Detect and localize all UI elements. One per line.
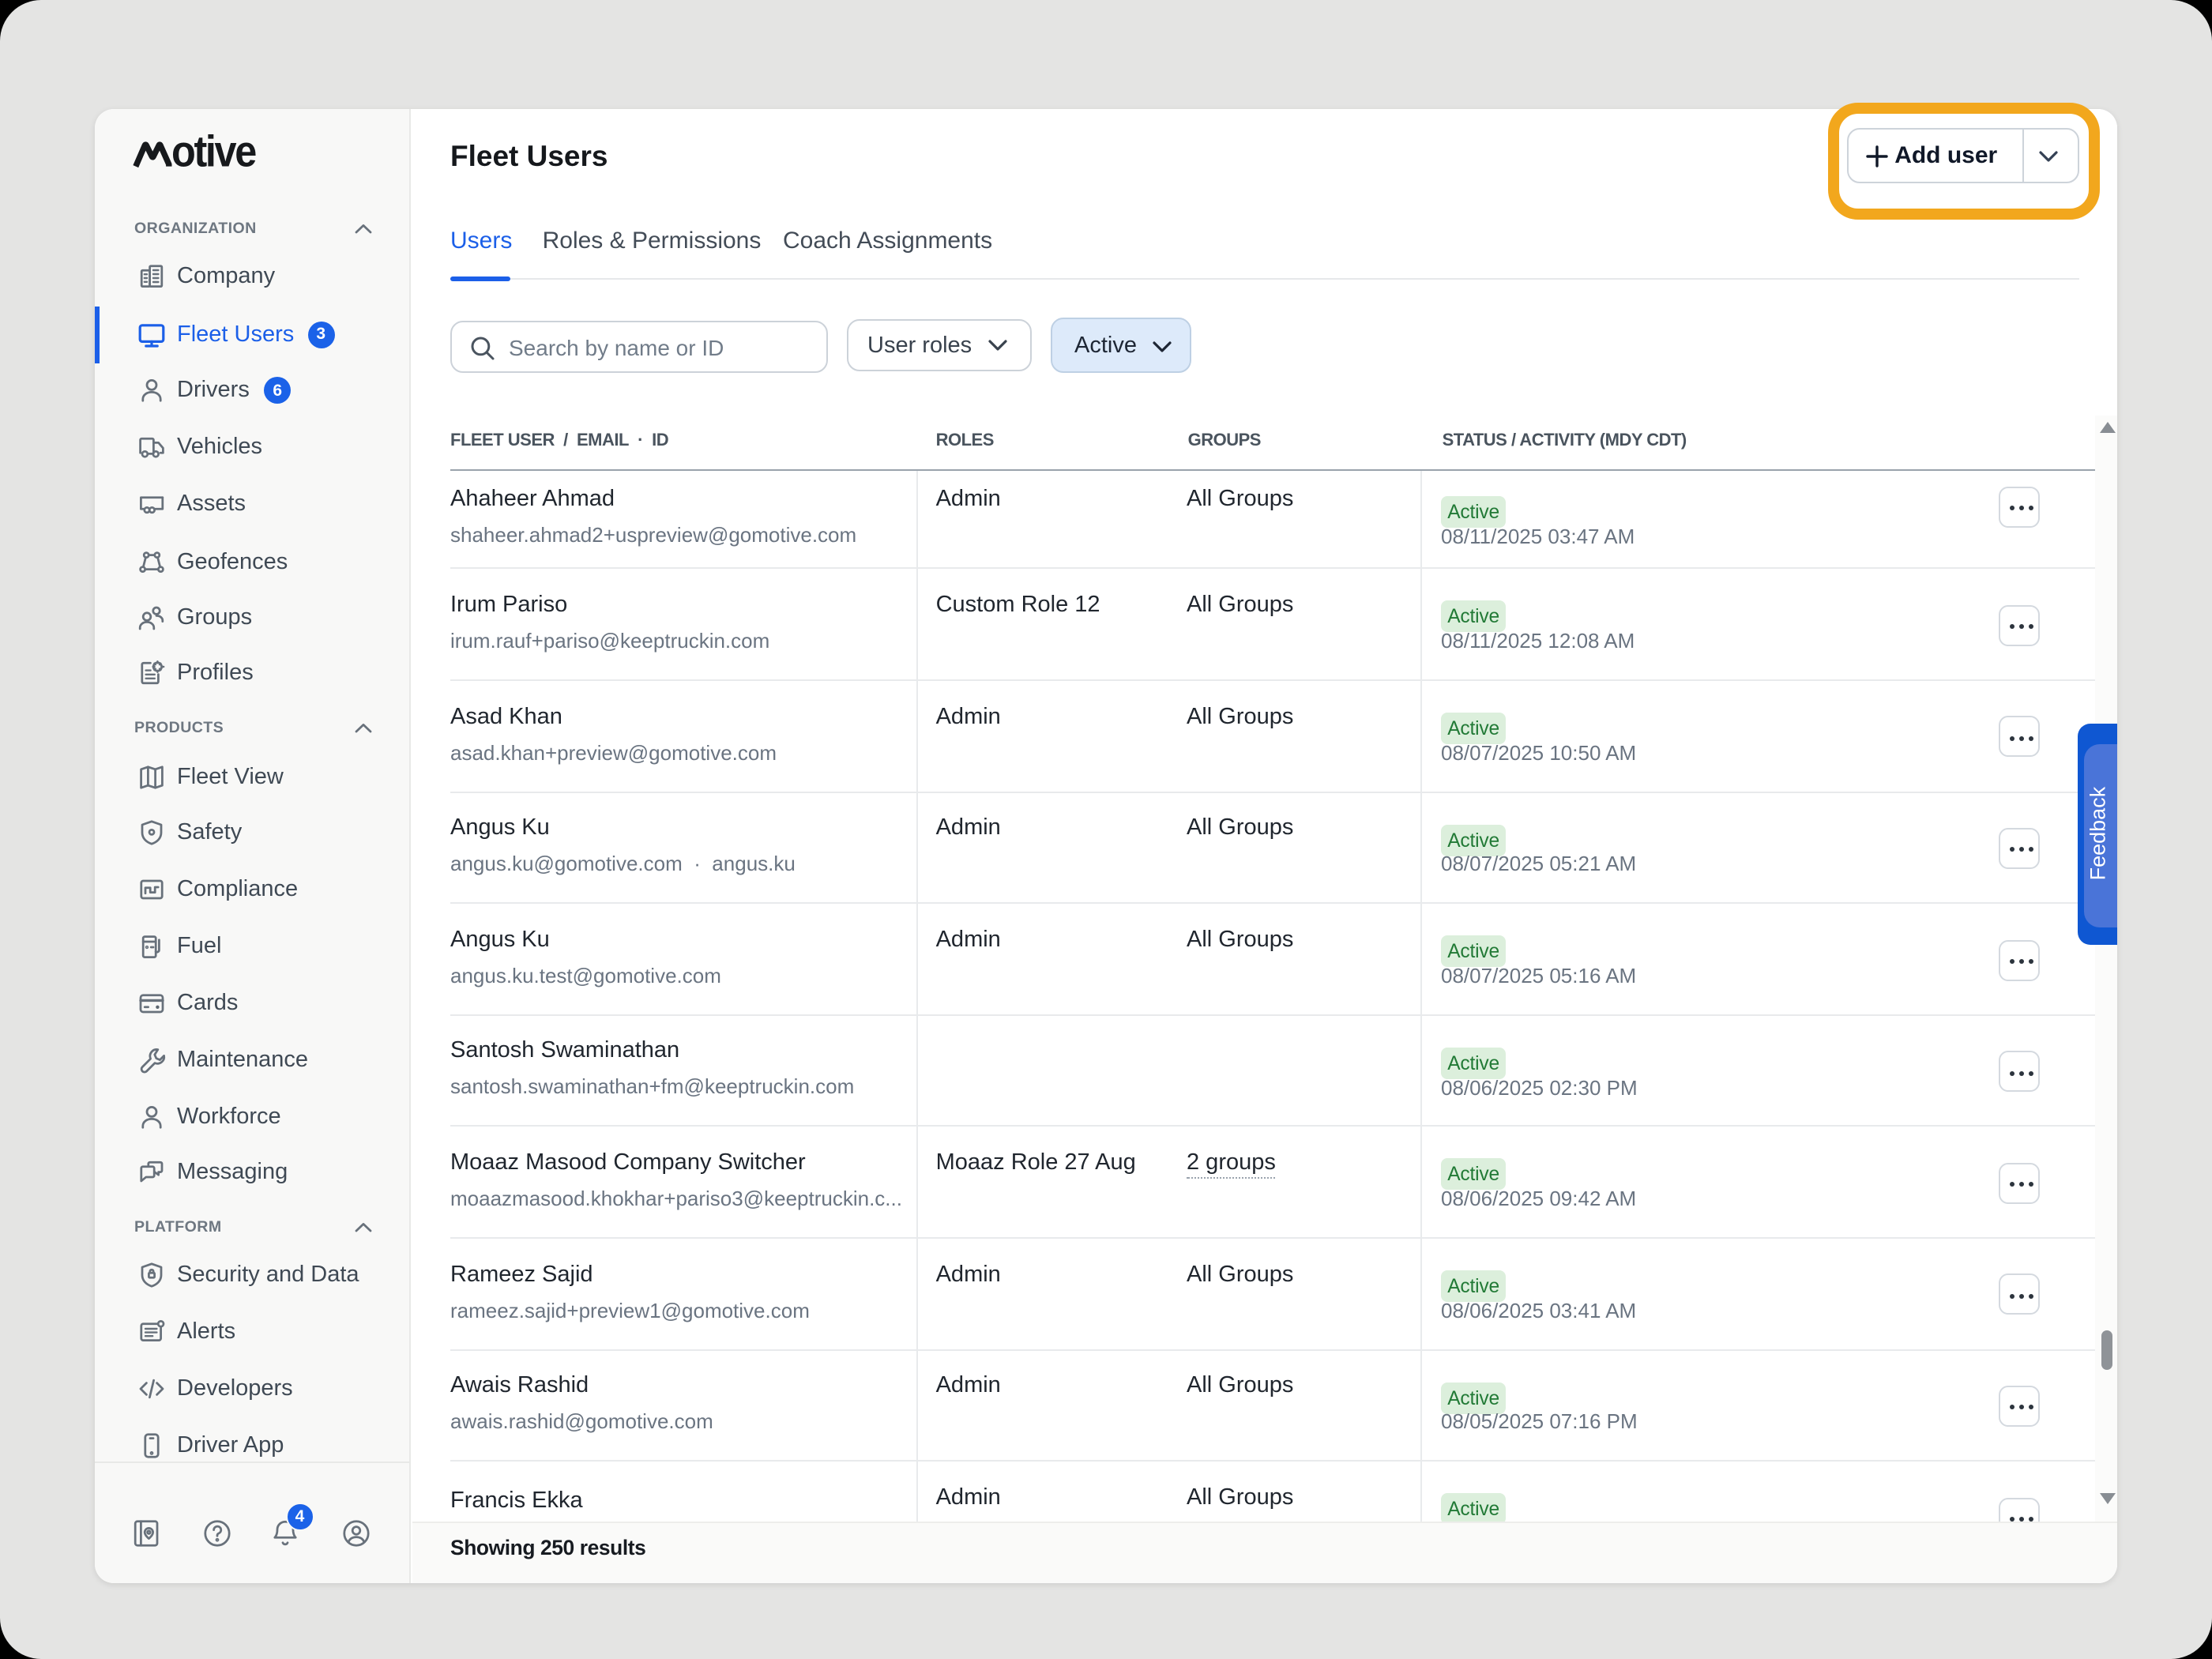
svg-text:otive: otive <box>171 133 256 169</box>
